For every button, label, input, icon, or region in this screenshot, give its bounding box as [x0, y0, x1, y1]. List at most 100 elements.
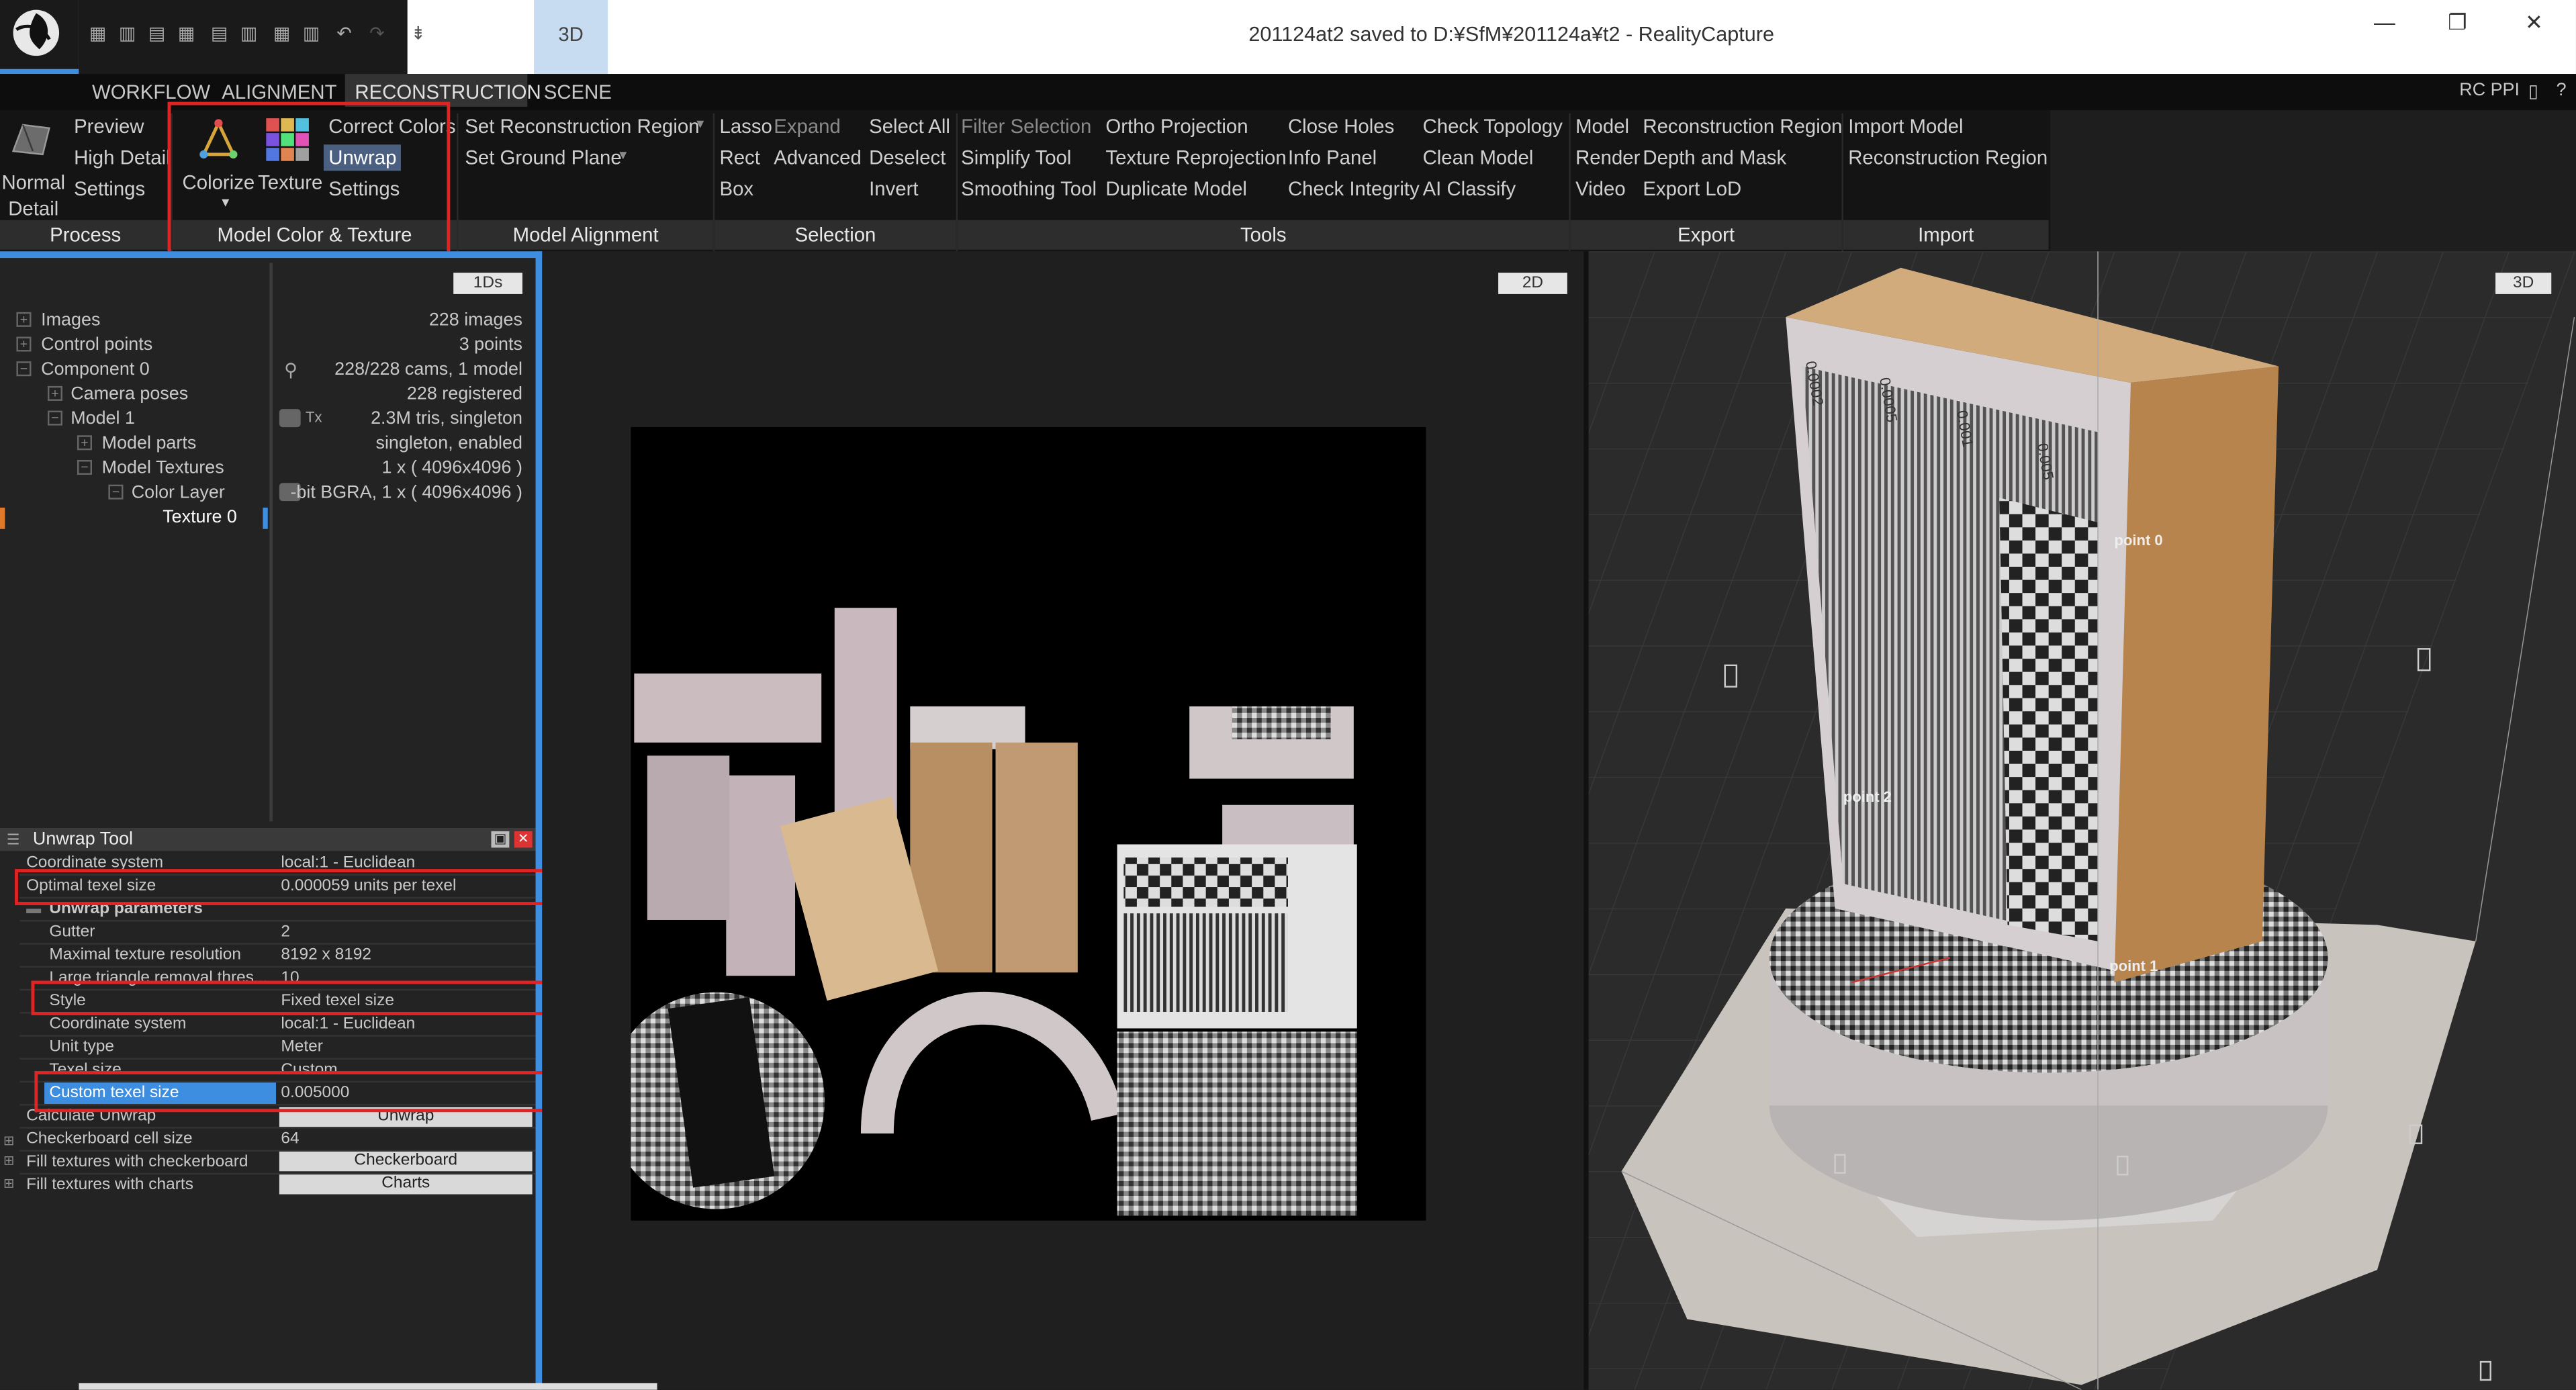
high-detail-button[interactable]: High Detail [74, 146, 171, 169]
pin-icon[interactable]: ▣ [491, 831, 510, 848]
qat-dropdown-icon[interactable]: ⇟ [411, 23, 426, 44]
checkerboard-button[interactable]: Checkerboard [279, 1151, 533, 1172]
normal-detail-button-line2[interactable]: Detail [8, 197, 58, 220]
tree-item-model-parts[interactable]: Model parts [102, 434, 197, 453]
box-button[interactable]: Box [720, 177, 754, 200]
expand-icon[interactable]: ⊞ [3, 1176, 14, 1191]
ground-plane-dropdown-icon[interactable]: ▾ [619, 146, 627, 165]
layout-1-icon[interactable]: ▦ [89, 25, 107, 44]
point-label-1[interactable]: point 1 [2109, 958, 2158, 974]
tab-alignment[interactable]: ALIGNMENT [222, 81, 336, 103]
lasso-button[interactable]: Lasso [720, 115, 772, 138]
texture-atlas-image[interactable] [631, 427, 1426, 1221]
export-lod-button[interactable]: Export LoD [1643, 177, 1741, 200]
3d-view[interactable]: point 0 point 1 point 2 0.0002 0.0005 0.… [1588, 251, 2576, 1390]
minimize-button[interactable]: — [2374, 10, 2395, 35]
undo-icon[interactable]: ↶ [335, 25, 353, 44]
panel-menu-icon[interactable]: ☰ [7, 831, 20, 849]
select-all-button[interactable]: Select All [869, 115, 950, 138]
check-integrity-button[interactable]: Check Integrity [1288, 177, 1420, 200]
visibility-eye-icon[interactable] [279, 409, 301, 428]
expand-icon[interactable]: ⊞ [3, 1153, 14, 1168]
layout-3-icon[interactable]: ▤ [148, 25, 166, 44]
smoothing-tool-button[interactable]: Smoothing Tool [961, 177, 1097, 200]
tree-item-control-points[interactable]: Control points [41, 335, 152, 355]
check-topology-button[interactable]: Check Topology [1423, 115, 1563, 138]
tree-item-images[interactable]: Images [41, 310, 100, 330]
expand-icon[interactable]: + [77, 435, 92, 451]
recon-region-dropdown-icon[interactable]: ▾ [696, 115, 704, 133]
simplify-tool-button[interactable]: Simplify Tool [961, 146, 1071, 169]
prop-value[interactable]: local:1 - Euclidean [281, 1015, 415, 1033]
layout-6-icon[interactable]: ▥ [240, 25, 258, 44]
set-reconstruction-region-button[interactable]: Set Reconstruction Region [465, 115, 699, 138]
layout-7-icon[interactable]: ▦ [273, 25, 291, 44]
tree-item-model-1[interactable]: Model 1 [71, 409, 135, 428]
expand-icon[interactable]: ⊞ [3, 1133, 14, 1148]
prop-value[interactable]: Meter [281, 1038, 323, 1056]
deselect-button[interactable]: Deselect [869, 146, 946, 169]
advanced-button[interactable]: Advanced [774, 146, 862, 169]
prop-value[interactable]: 2 [281, 923, 290, 941]
redo-icon[interactable]: ↷ [368, 25, 386, 44]
collapse-icon[interactable]: − [47, 410, 62, 426]
tree-item-component-0[interactable]: Component 0 [41, 360, 150, 379]
prop-value[interactable]: 64 [281, 1130, 299, 1148]
texture-reprojection-button[interactable]: Texture Reprojection [1105, 146, 1286, 169]
point-label-0[interactable]: point 0 [2115, 532, 2163, 549]
tab-scene[interactable]: SCENE [544, 81, 612, 103]
prop-value[interactable]: 8192 x 8192 [281, 946, 371, 964]
horizontal-scrollbar[interactable] [79, 1383, 657, 1390]
import-model-button[interactable]: Import Model [1848, 115, 1963, 138]
tree-item-color-layer[interactable]: Color Layer [132, 483, 225, 502]
export-render-button[interactable]: Render [1575, 146, 1640, 169]
tree-item-camera-poses[interactable]: Camera poses [71, 384, 188, 404]
layout-5-icon[interactable]: ▤ [210, 25, 228, 44]
point-label-2[interactable]: point 2 [1843, 788, 1892, 804]
expand-icon[interactable]: + [16, 336, 32, 352]
clean-model-button[interactable]: Clean Model [1423, 146, 1534, 169]
ortho-projection-button[interactable]: Ortho Projection [1105, 115, 1248, 138]
tree-item-texture-0[interactable]: Texture 0 [163, 508, 237, 527]
normal-detail-icon[interactable] [10, 118, 53, 166]
duplicate-model-button[interactable]: Duplicate Model [1105, 177, 1247, 200]
export-reconstruction-region-button[interactable]: Reconstruction Region [1643, 115, 1842, 138]
view-tab-3d[interactable]: 3D [534, 0, 608, 75]
ai-classify-button[interactable]: AI Classify [1423, 177, 1516, 200]
filter-selection-button[interactable]: Filter Selection [961, 115, 1091, 138]
info-panel-button[interactable]: Info Panel [1288, 146, 1377, 169]
preview-button[interactable]: Preview [74, 115, 144, 138]
3d-badge[interactable]: 3D [2495, 273, 2552, 294]
layout-8-icon[interactable]: ▥ [302, 25, 320, 44]
view-separator[interactable] [1583, 251, 1589, 1390]
export-video-button[interactable]: Video [1575, 177, 1626, 200]
tab-workflow[interactable]: WORKFLOW [92, 81, 210, 103]
process-settings-button[interactable]: Settings [74, 177, 145, 200]
expand-icon[interactable]: + [16, 312, 32, 327]
charts-button[interactable]: Charts [279, 1174, 533, 1195]
set-ground-plane-button[interactable]: Set Ground Plane [465, 146, 621, 169]
2d-badge[interactable]: 2D [1498, 273, 1567, 294]
normal-detail-button-line1[interactable]: Normal [1, 171, 65, 193]
help-icon[interactable]: ? [2557, 81, 2567, 100]
import-reconstruction-region-button[interactable]: Reconstruction Region [1848, 146, 2048, 169]
close-icon[interactable]: ✕ [514, 831, 533, 848]
tree-column-separator[interactable] [269, 263, 273, 822]
tree-item-model-textures[interactable]: Model Textures [102, 459, 224, 478]
app-logo[interactable] [0, 0, 79, 75]
expand-icon[interactable]: + [47, 385, 62, 401]
export-model-button[interactable]: Model [1575, 115, 1629, 138]
export-depth-mask-button[interactable]: Depth and Mask [1643, 146, 1786, 169]
collapse-icon[interactable]: − [108, 484, 124, 500]
collapse-icon[interactable]: − [16, 361, 32, 377]
close-button[interactable]: ✕ [2525, 10, 2543, 36]
restore-button[interactable]: ❐ [2448, 10, 2467, 36]
close-holes-button[interactable]: Close Holes [1288, 115, 1394, 138]
rect-button[interactable]: Rect [720, 146, 760, 169]
page-icon[interactable]: ▯ [2528, 81, 2538, 101]
1ds-badge[interactable]: 1Ds [453, 273, 522, 294]
layout-4-icon[interactable]: ▦ [177, 25, 195, 44]
invert-button[interactable]: Invert [869, 177, 918, 200]
collapse-icon[interactable]: − [77, 459, 92, 475]
expand-button[interactable]: Expand [774, 115, 841, 138]
